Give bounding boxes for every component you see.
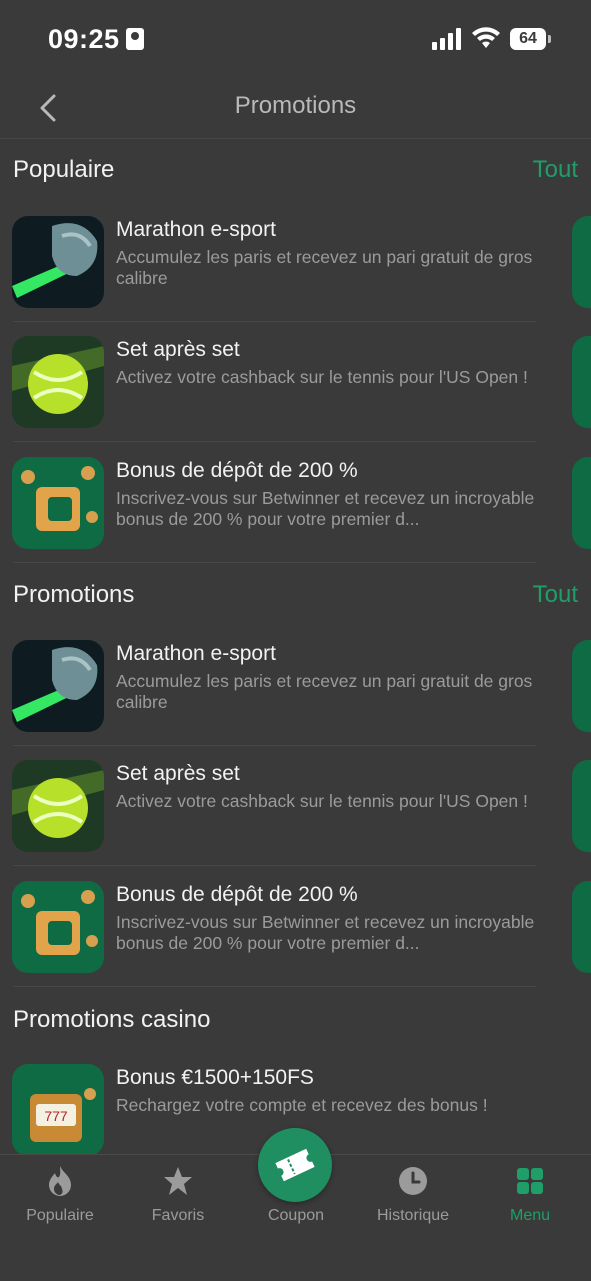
- promo-title: Set après set: [116, 762, 240, 785]
- next-card-peek: [572, 760, 591, 852]
- promo-description: Activez votre cashback sur le tennis pou…: [116, 791, 528, 811]
- promo-description: Accumulez les paris et recevez un pari g…: [116, 671, 533, 712]
- promo-description: Activez votre cashback sur le tennis pou…: [116, 367, 528, 387]
- next-card-peek: [572, 216, 591, 308]
- promo-card[interactable]: Marathon e-sport Accumulez les paris et …: [0, 202, 591, 322]
- ticket-icon: [275, 1148, 315, 1182]
- promo-card[interactable]: Set après set Activez votre cashback sur…: [0, 746, 591, 866]
- promo-title: Bonus de dépôt de 200 %: [116, 883, 358, 906]
- promo-description: Inscrivez-vous sur Betwinner et recevez …: [116, 912, 535, 953]
- status-time: 09:25: [48, 24, 120, 54]
- promo-title: Marathon e-sport: [116, 642, 276, 665]
- tennis-ball-image: [12, 760, 104, 852]
- tab-favoris[interactable]: Favoris: [119, 1155, 237, 1245]
- grid-icon: [517, 1168, 543, 1194]
- bottom-tab-bar: Populaire Favoris Coupon Historique Menu: [0, 1128, 591, 1281]
- promo-title: Marathon e-sport: [116, 218, 276, 241]
- battery-icon: 64: [510, 28, 551, 50]
- esport-hand-image: [12, 216, 104, 308]
- esport-hand-image: [12, 640, 104, 732]
- promo-title: Set après set: [116, 338, 240, 361]
- top-bar: Promotions: [0, 80, 591, 139]
- see-all-populaire-link[interactable]: Tout: [533, 156, 578, 184]
- tennis-ball-image: [12, 336, 104, 428]
- promo-description: Accumulez les paris et recevez un pari g…: [116, 247, 533, 288]
- coupon-button[interactable]: [258, 1128, 332, 1202]
- page-title: Promotions: [234, 92, 357, 119]
- svg-text:777: 777: [44, 1108, 68, 1124]
- promo-title: Bonus de dépôt de 200 %: [116, 459, 358, 482]
- flame-icon: [49, 1166, 71, 1196]
- section-title-promotions: Promotions: [13, 581, 135, 608]
- tab-menu[interactable]: Menu: [471, 1155, 589, 1245]
- promo-description: Inscrivez-vous sur Betwinner et recevez …: [116, 488, 535, 529]
- tab-label: Coupon: [267, 1207, 325, 1224]
- contact-card-icon: [126, 28, 144, 50]
- promo-card[interactable]: Bonus de dépôt de 200 % Inscrivez-vous s…: [0, 867, 591, 987]
- tab-historique[interactable]: Historique: [354, 1155, 472, 1245]
- status-bar: 09:25 64: [0, 0, 591, 80]
- tab-populaire[interactable]: Populaire: [1, 1155, 119, 1245]
- next-card-peek: [572, 881, 591, 973]
- section-title-populaire: Populaire: [13, 156, 115, 183]
- star-icon: [164, 1167, 192, 1195]
- tab-label: Historique: [376, 1207, 450, 1224]
- slot-machine-image: 777: [12, 1064, 104, 1156]
- see-all-promotions-link[interactable]: Tout: [533, 581, 578, 609]
- promo-card[interactable]: Set après set Activez votre cashback sur…: [0, 322, 591, 442]
- next-card-peek: [572, 457, 591, 549]
- section-title-casino: Promotions casino: [13, 1006, 211, 1033]
- tab-label: Favoris: [151, 1207, 205, 1224]
- next-card-peek: [572, 336, 591, 428]
- promo-card[interactable]: Marathon e-sport Accumulez les paris et …: [0, 626, 591, 746]
- promo-description: Rechargez votre compte et recevez des bo…: [116, 1095, 488, 1115]
- tab-label: Populaire: [26, 1207, 94, 1224]
- tab-label: Menu: [509, 1207, 551, 1224]
- tab-coupon[interactable]: Coupon: [237, 1128, 355, 1245]
- next-card-peek: [572, 640, 591, 732]
- wifi-icon: [472, 27, 500, 48]
- cell-signal-icon: [432, 28, 464, 50]
- promo-card[interactable]: Bonus de dépôt de 200 % Inscrivez-vous s…: [0, 443, 591, 563]
- coins-safe-image: [12, 881, 104, 973]
- promo-title: Bonus €1500+150FS: [116, 1066, 314, 1089]
- clock-icon: [399, 1167, 427, 1195]
- coins-safe-image: [12, 457, 104, 549]
